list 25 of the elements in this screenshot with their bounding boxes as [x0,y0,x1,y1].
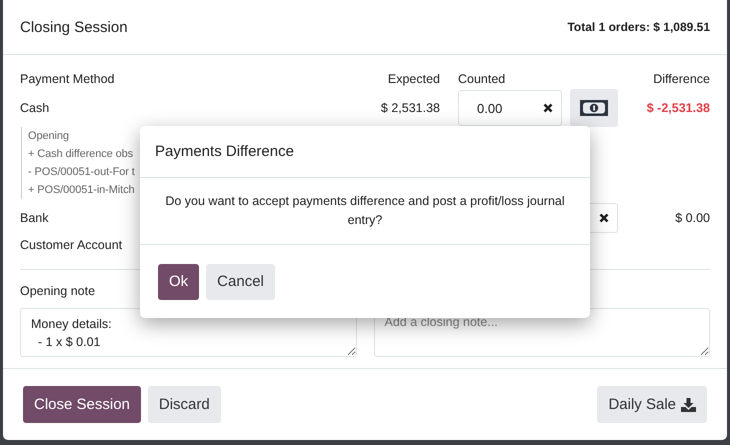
payment-method-name: Customer Account [20,237,124,254]
column-header: Difference [652,71,710,88]
opening-note-label: Opening note [20,284,96,300]
daily-sale-button[interactable]: Daily Sale [597,386,707,423]
ok-button[interactable]: Ok [158,264,200,300]
column-header: Expected [386,71,440,88]
dialog-title: Payments Difference [155,143,294,160]
cash-detail-line: + Cash difference obs [28,147,134,162]
cash-detail-line: - POS/00051-out-For t [28,165,135,180]
payment-method-name: Bank [20,210,50,227]
payment-method-name: Cash [20,100,50,117]
difference-amount: $ 0.00 [674,210,710,227]
discard-button[interactable]: Discard [148,386,221,423]
counted-input[interactable]: 0.00 [458,90,562,126]
column-header: Payment Method [20,71,116,88]
close-session-button[interactable]: Close Session [23,386,141,423]
orders-total: Total 1 orders: $ 1,089.51 [567,20,710,34]
dialog-message: Do you want to accept payments difference and post a profit/loss journal entry? [164,193,566,229]
expected-amount: $ 2,531.38 [380,100,440,117]
cash-detail-line: Opening [28,129,69,144]
cancel-button[interactable]: Cancel [206,264,275,300]
column-header: Counted [458,71,506,88]
difference-amount: $ -2,531.38 [646,100,710,117]
modal-title: Closing Session [20,18,128,36]
cash-detail-line: + POS/00051-in-Mitch [28,183,135,198]
